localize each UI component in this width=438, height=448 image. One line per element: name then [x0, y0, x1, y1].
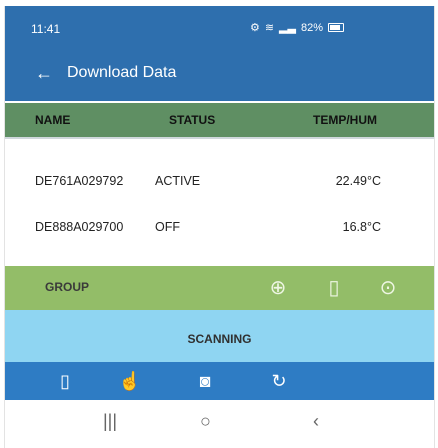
camera-icon[interactable]: ◙: [193, 370, 217, 392]
table-row[interactable]: DE888A029700 OFF 16.8°C: [5, 216, 434, 240]
status-icons: ⚙ ≋ ▂▃ 82%: [250, 21, 344, 34]
device-icon[interactable]: ▯: [323, 277, 345, 299]
device-name: DE761A029792: [35, 174, 124, 188]
back-arrow-icon[interactable]: ←: [35, 63, 53, 83]
settings-icon: ⚙: [249, 22, 260, 34]
device-name: DE888A029700: [35, 220, 124, 234]
page-title: Download Data: [67, 64, 177, 81]
device-temp: 16.8°C: [342, 220, 381, 234]
column-temp: TEMP/HUM: [313, 113, 377, 127]
scan-status: SCANNING: [187, 332, 252, 346]
phone-screen: 11:41 ⚙ ≋ ▂▃ 82% ← Download Data NAME ST…: [4, 6, 435, 448]
table-header: NAME STATUS TEMP/HUM: [5, 103, 434, 137]
recent-apps-icon[interactable]: |||: [103, 410, 117, 432]
home-icon[interactable]: ○: [200, 410, 211, 432]
device-status: ACTIVE: [155, 174, 201, 188]
wifi-icon: ≋: [264, 22, 275, 34]
bottom-toolbar: ▯ ☝ ◙ ↻: [5, 362, 434, 400]
status-time: 11:41: [31, 22, 61, 36]
rotate-icon[interactable]: ↻: [267, 370, 291, 392]
device-status: OFF: [155, 220, 180, 234]
signal-icon: ▂▃: [279, 22, 296, 34]
add-circle-icon[interactable]: ⊕: [267, 277, 289, 299]
back-nav-icon[interactable]: ‹: [313, 410, 319, 432]
touch-icon[interactable]: ☝: [118, 370, 142, 392]
group-label: GROUP: [45, 280, 90, 294]
group-bar: GROUP ⊕ ▯ ⊙: [5, 266, 434, 310]
battery-label: 82%: [300, 21, 323, 34]
device-temp: 22.49°C: [335, 174, 381, 188]
download-circle-icon[interactable]: ⊙: [377, 277, 399, 299]
table-row[interactable]: DE761A029792 ACTIVE 22.49°C: [5, 170, 434, 194]
system-nav: ||| ○ ‹: [5, 400, 434, 448]
column-status: STATUS: [169, 113, 216, 127]
column-name: NAME: [35, 113, 71, 127]
phone-outline-icon[interactable]: ▯: [53, 370, 77, 392]
app-bar: 11:41 ⚙ ≋ ▂▃ 82% ← Download Data: [5, 6, 434, 101]
battery-icon: [328, 23, 344, 32]
header-divider: [5, 137, 434, 139]
